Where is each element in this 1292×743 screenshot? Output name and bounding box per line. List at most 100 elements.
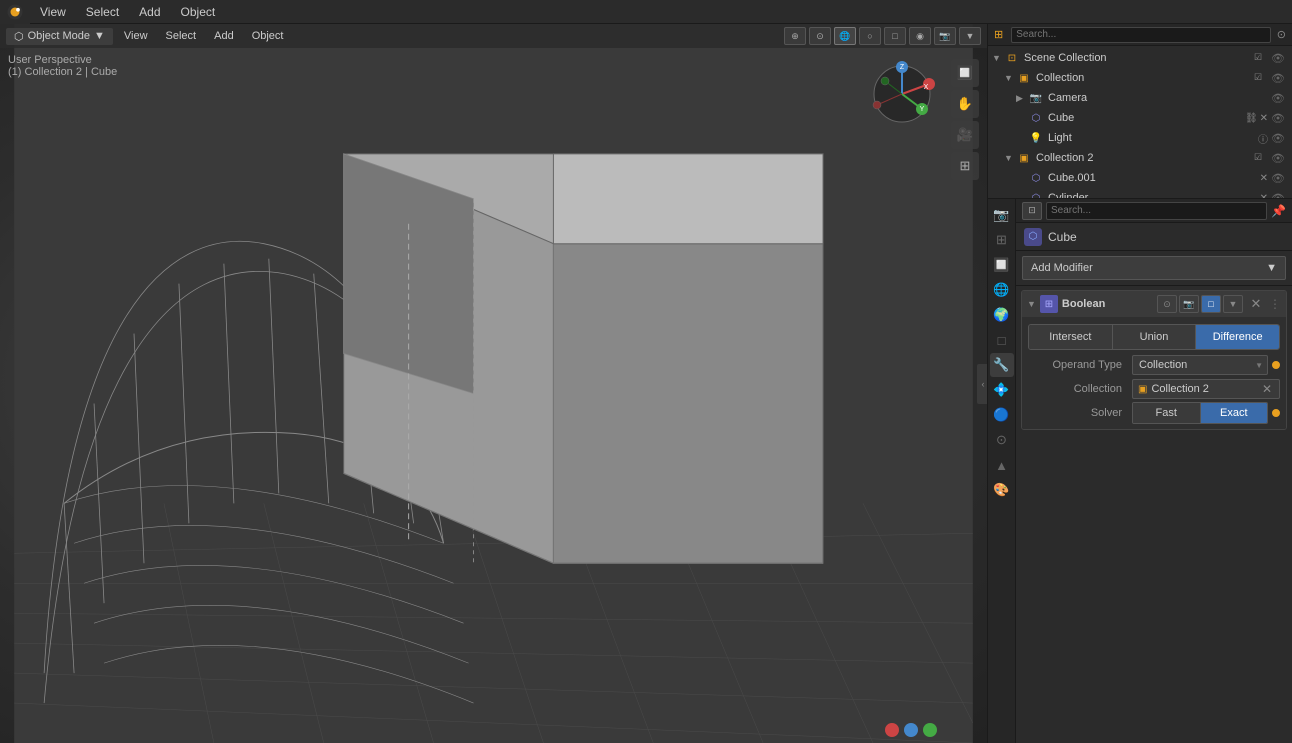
- tool-select[interactable]: 🔲: [951, 59, 979, 87]
- tool-camera[interactable]: 🎥: [951, 121, 979, 149]
- prop-view-icon[interactable]: 🔲: [990, 253, 1014, 277]
- tree-checkbox[interactable]: ☑: [1254, 52, 1266, 64]
- tool-move[interactable]: ✋: [951, 90, 979, 118]
- tree-arrow-camera: ▶: [1016, 93, 1028, 104]
- tree-item-cylinder[interactable]: ▶ ⬡ Cylinder ✕ 👁: [988, 188, 1292, 199]
- tree-item-collection[interactable]: ▼ ▣ Collection ☑ 👁: [988, 68, 1292, 88]
- operand-type-row: Operand Type Collection ▼: [1022, 353, 1286, 377]
- viewport-icon-modes4[interactable]: 📷: [934, 27, 956, 45]
- tree-eye[interactable]: 👁: [1268, 52, 1288, 65]
- tree-eye-camera[interactable]: 👁: [1268, 92, 1288, 105]
- collection-value-box[interactable]: ▣ Collection 2 ✕: [1132, 379, 1280, 399]
- prop-scene-icon[interactable]: 🌐: [990, 278, 1014, 302]
- op-intersect-button[interactable]: Intersect: [1029, 325, 1113, 349]
- cube001-extra-icon: ✕: [1260, 173, 1268, 184]
- outliner-filter-icon[interactable]: ⊙: [1277, 28, 1286, 41]
- mode-chevron: ▼: [94, 30, 105, 42]
- tree-checkbox-collection2[interactable]: ☑: [1254, 152, 1266, 164]
- modifier-ctrl-render[interactable]: 📷: [1179, 295, 1199, 313]
- viewport-icon-modes2[interactable]: □: [884, 27, 906, 45]
- tree-eye-cube[interactable]: 👁: [1268, 112, 1288, 125]
- add-modifier-row: Add Modifier ▼: [1016, 251, 1292, 286]
- menu-view[interactable]: View: [30, 3, 76, 21]
- tree-item-camera[interactable]: ▶ 📷 Camera 👁: [988, 88, 1292, 108]
- object-menu[interactable]: Object: [245, 28, 291, 44]
- tree-item-cube001[interactable]: ▶ ⬡ Cube.001 ✕ 👁: [988, 168, 1292, 188]
- tree-item-light[interactable]: ▶ 💡 Light ⓘ 👁: [988, 128, 1292, 148]
- operand-type-dropdown[interactable]: Collection ▼: [1132, 355, 1268, 375]
- prop-modifier-icon[interactable]: 🔧: [990, 353, 1014, 377]
- modifier-ctrl-down[interactable]: ▼: [1223, 295, 1243, 313]
- modifier-controls: ⊙ 📷 □ ▼: [1157, 295, 1243, 313]
- outliner-icon: ⊞: [994, 28, 1003, 41]
- modifier-ctrl-realtime[interactable]: ⊙: [1157, 295, 1177, 313]
- collection-value-icon: ▣: [1138, 384, 1147, 395]
- properties-panel-container: 📷 ⊞ 🔲 🌐 🌍 □ 🔧 💠 🔵 ⊙ ▲ 🎨 ⊡ 📌: [988, 199, 1292, 743]
- operand-type-label: Operand Type: [1028, 359, 1128, 371]
- select-menu[interactable]: Select: [159, 28, 204, 44]
- viewport-icon-modes5[interactable]: ▼: [959, 27, 981, 45]
- viewport-collapse-handle[interactable]: ‹: [977, 364, 987, 404]
- prop-output-icon[interactable]: ⊞: [990, 228, 1014, 252]
- props-pin-icon[interactable]: 📌: [1271, 204, 1286, 218]
- prop-particles-icon[interactable]: 💠: [990, 378, 1014, 402]
- navigation-gizmo[interactable]: X Y Z: [867, 59, 937, 129]
- prop-constraints-icon[interactable]: ⊙: [990, 428, 1014, 452]
- tree-checkbox-collection[interactable]: ☑: [1254, 72, 1266, 84]
- solver-exact-button[interactable]: Exact: [1201, 403, 1268, 423]
- cube-modifier-icon: ⛓: [1245, 113, 1258, 124]
- boolean-modifier-block: ▼ ⊞ Boolean ⊙ 📷 □ ▼ ✕ ⋮: [1021, 290, 1287, 430]
- add-modifier-button[interactable]: Add Modifier ▼: [1022, 256, 1286, 280]
- modifier-ctrl-edit[interactable]: □: [1201, 295, 1221, 313]
- add-menu[interactable]: Add: [207, 28, 241, 44]
- op-union-button[interactable]: Union: [1113, 325, 1197, 349]
- props-header-icon[interactable]: ⊡: [1022, 202, 1042, 220]
- prop-world-icon[interactable]: 🌍: [990, 303, 1014, 327]
- viewport-icon-overlay[interactable]: ⊙: [809, 27, 831, 45]
- tool-grid[interactable]: ⊞: [951, 152, 979, 180]
- view-menu[interactable]: View: [117, 28, 155, 44]
- modifier-expand-arrow[interactable]: ▼: [1027, 299, 1036, 309]
- viewport-icon-gizmo[interactable]: ⊕: [784, 27, 806, 45]
- tree-eye-collection2[interactable]: 👁: [1268, 152, 1288, 165]
- collection-icon: ▣: [1016, 70, 1032, 86]
- operand-type-dot[interactable]: [1272, 361, 1280, 369]
- tree-item-scene-collection[interactable]: ▼ ⊡ Scene Collection ☑ 👁: [988, 48, 1292, 68]
- mode-label: Object Mode: [28, 30, 90, 42]
- tree-arrow-cube: ▶: [1016, 113, 1028, 124]
- solver-dot[interactable]: [1272, 409, 1280, 417]
- prop-render-icon[interactable]: 📷: [990, 203, 1014, 227]
- tree-eye-light[interactable]: 👁: [1268, 132, 1288, 145]
- tree-label-light: Light: [1048, 132, 1258, 144]
- solver-fast-button[interactable]: Fast: [1133, 403, 1201, 423]
- prop-material-icon[interactable]: 🎨: [990, 478, 1014, 502]
- modifier-options-dots[interactable]: ⋮: [1269, 297, 1281, 311]
- tree-eye-collection[interactable]: 👁: [1268, 72, 1288, 85]
- viewport-icon-modes[interactable]: ○: [859, 27, 881, 45]
- operand-type-chevron: ▼: [1255, 361, 1263, 370]
- tree-arrow-light: ▶: [1016, 133, 1028, 144]
- tree-eye-cylinder[interactable]: 👁: [1268, 192, 1288, 200]
- tree-item-collection2[interactable]: ▼ ▣ Collection 2 ☑ 👁: [988, 148, 1292, 168]
- menu-add[interactable]: Add: [129, 3, 170, 21]
- collection-clear-button[interactable]: ✕: [1260, 382, 1274, 396]
- outliner-search[interactable]: [1011, 27, 1271, 43]
- op-difference-button[interactable]: Difference: [1196, 325, 1279, 349]
- tree-eye-cube001[interactable]: 👁: [1268, 172, 1288, 185]
- viewport-icon-shading[interactable]: 🌐: [834, 27, 856, 45]
- menu-object[interactable]: Object: [171, 3, 226, 21]
- collection2-icon: ▣: [1016, 150, 1032, 166]
- menu-select[interactable]: Select: [76, 3, 129, 21]
- object-mode-button[interactable]: ⬡ Object Mode ▼: [6, 28, 113, 45]
- outliner-tree: ▼ ⊡ Scene Collection ☑ 👁 ▼ ▣ Collection …: [988, 46, 1292, 199]
- prop-object-icon[interactable]: □: [990, 328, 1014, 352]
- viewport[interactable]: ⬡ Object Mode ▼ View Select Add Object ⊕…: [0, 24, 987, 743]
- prop-data-icon[interactable]: ▲: [990, 453, 1014, 477]
- viewport-tool-icons: 🔲 ✋ 🎥 ⊞: [951, 59, 979, 180]
- tree-item-cube[interactable]: ▶ ⬡ Cube ⛓ ✕ 👁: [988, 108, 1292, 128]
- viewport-icon-modes3[interactable]: ◉: [909, 27, 931, 45]
- properties-search[interactable]: [1046, 202, 1267, 220]
- cube001-icon: ⬡: [1028, 170, 1044, 186]
- modifier-close-button[interactable]: ✕: [1247, 295, 1265, 313]
- prop-physics-icon[interactable]: 🔵: [990, 403, 1014, 427]
